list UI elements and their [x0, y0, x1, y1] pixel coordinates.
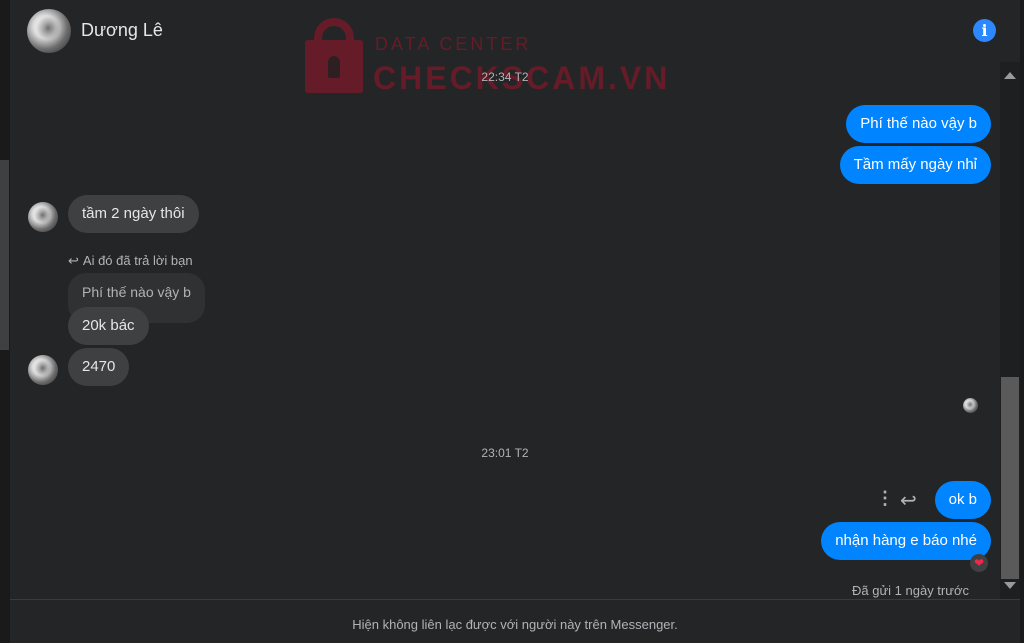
- unavailable-notice: Hiện không liên lạc được với người này t…: [352, 617, 678, 632]
- reply-indicator: ↩ Ai đó đã trả lời bạn: [68, 253, 193, 269]
- outgoing-message[interactable]: Tầm mấy ngày nhỉ: [839, 146, 991, 184]
- heart-reaction-icon[interactable]: ❤: [970, 554, 988, 572]
- contact-avatar[interactable]: [27, 9, 71, 53]
- incoming-message[interactable]: 2470: [68, 348, 130, 386]
- messenger-window: Dương Lê i DATA CENTER CHECKSCAM.VN 22:3…: [0, 0, 1024, 643]
- message-list: 22:34 T2 Phí thế nào vậy b Tầm mấy ngày …: [10, 62, 1000, 599]
- left-scroll-track[interactable]: [0, 160, 9, 350]
- contact-name[interactable]: Dương Lê: [81, 20, 163, 41]
- sender-avatar[interactable]: [28, 202, 58, 232]
- incoming-message[interactable]: 20k bác: [68, 307, 149, 345]
- outgoing-message[interactable]: ok b: [934, 481, 991, 519]
- outgoing-message[interactable]: Phí thế nào vậy b: [846, 105, 991, 143]
- scroll-down-arrow-icon[interactable]: [1004, 582, 1016, 589]
- info-icon[interactable]: i: [973, 19, 996, 42]
- incoming-message[interactable]: tầm 2 ngày thôi: [68, 195, 199, 233]
- footer: Hiện không liên lạc được với người này t…: [10, 599, 1020, 643]
- timestamp: 22:34 T2: [481, 70, 529, 84]
- seen-indicator-avatar: [963, 398, 978, 413]
- outgoing-message[interactable]: nhận hàng e báo nhé: [821, 522, 991, 560]
- scroll-up-arrow-icon[interactable]: [1004, 72, 1016, 79]
- timestamp: 23:01 T2: [481, 446, 529, 460]
- reply-icon: ↩: [68, 253, 79, 268]
- chat-header: Dương Lê i: [10, 0, 1024, 62]
- scroll-thumb[interactable]: [1001, 377, 1019, 579]
- reply-note-text: Ai đó đã trả lời bạn: [82, 253, 193, 268]
- more-options-icon[interactable]: ⋮: [876, 488, 894, 509]
- left-scroll-edge: [0, 0, 10, 643]
- sender-avatar[interactable]: [28, 355, 58, 385]
- sent-status: Đã gửi 1 ngày trước: [852, 583, 969, 598]
- reply-icon[interactable]: ↩: [900, 488, 917, 513]
- scrollbar[interactable]: [1000, 62, 1020, 599]
- right-edge: [1020, 0, 1024, 643]
